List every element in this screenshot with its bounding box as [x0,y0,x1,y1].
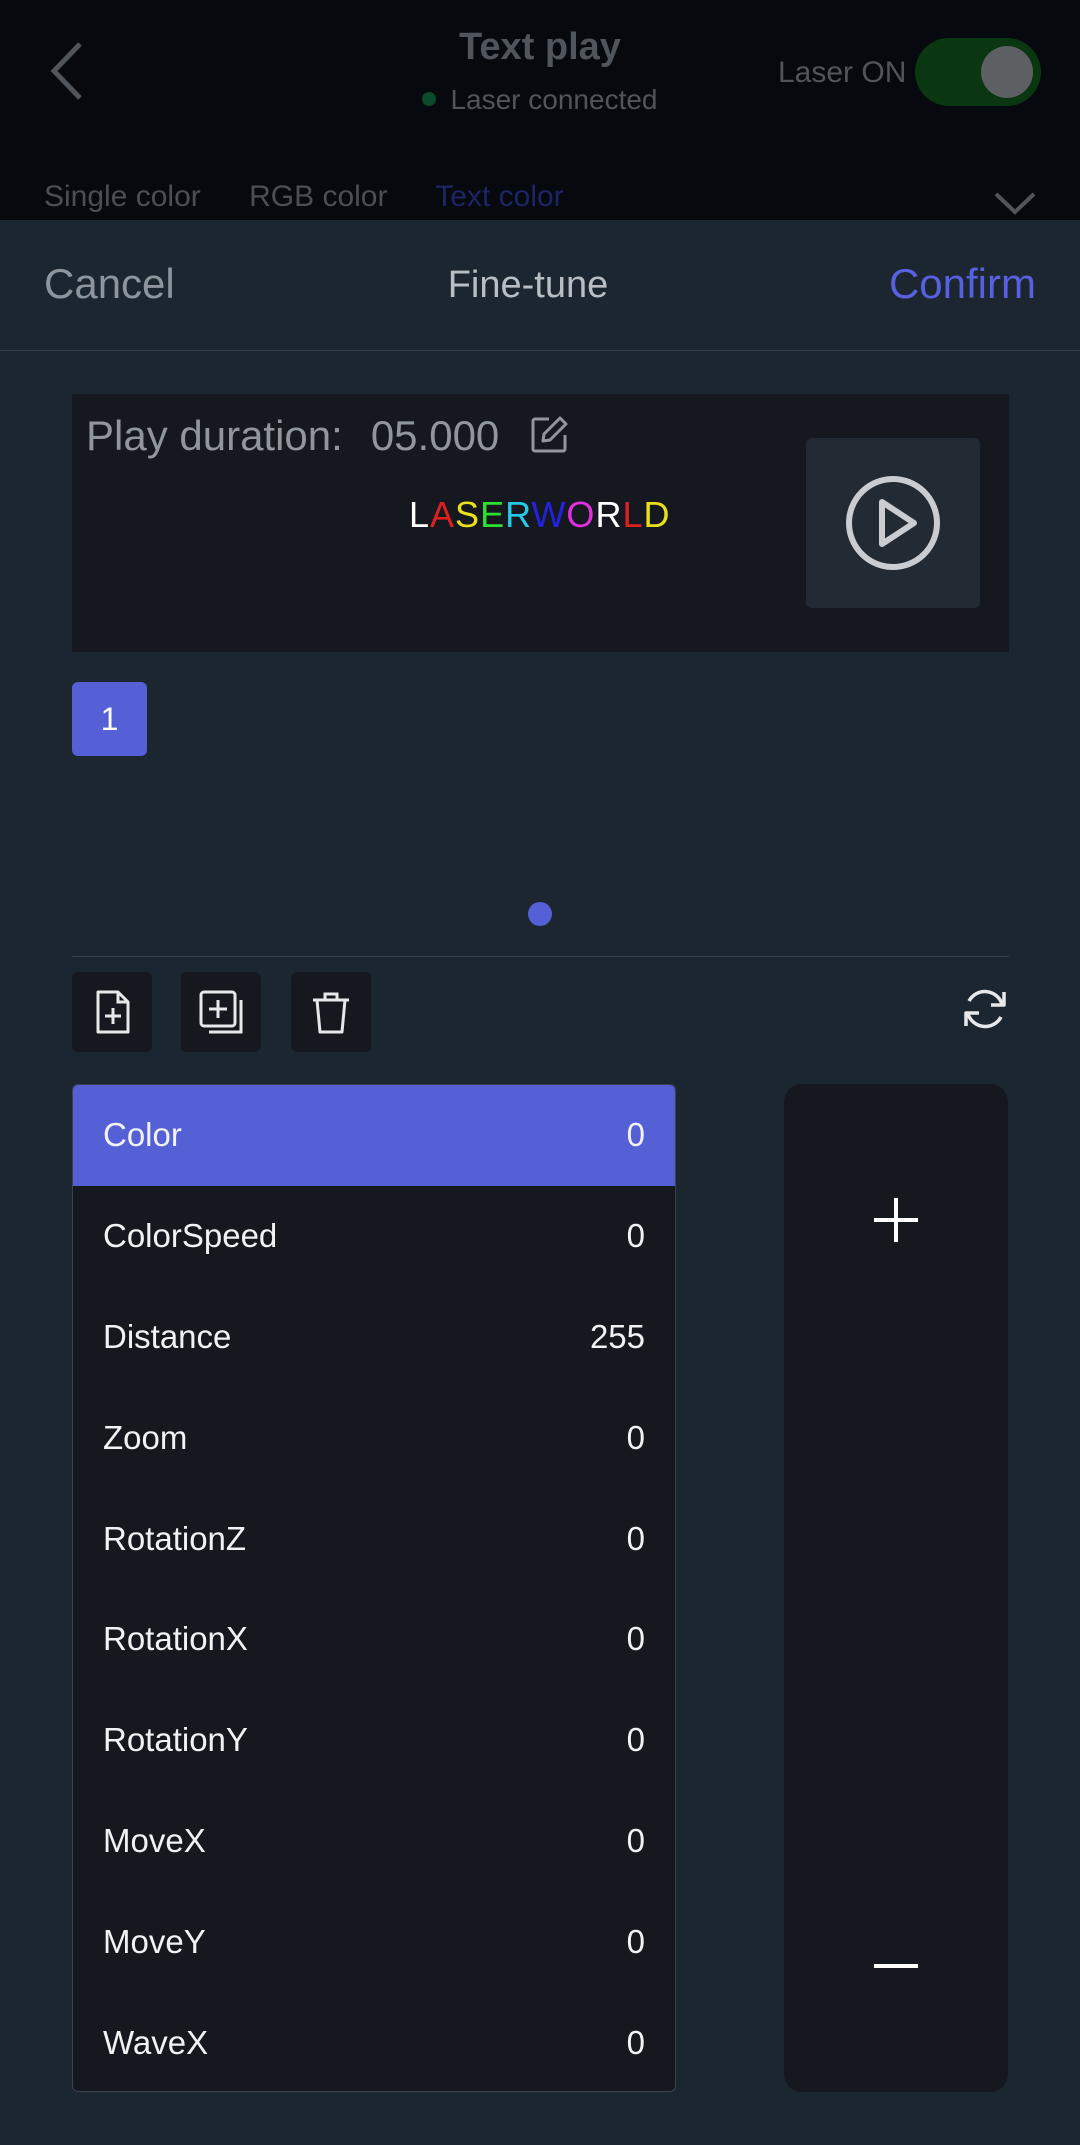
preview-letter: W [531,494,567,535]
refresh-icon[interactable] [960,984,1010,1034]
parameter-list: Color 0 ColorSpeed 0 Distance 255 Zoom 0 Rotatio… [72,1084,676,2092]
preview-panel: Play duration: 05.000 LASERWORLD [72,394,1009,652]
param-name: RotationX [103,1620,248,1658]
edit-icon[interactable] [529,415,569,455]
param-name: RotationZ [103,1519,247,1557]
sheet-header: Cancel Fine-tune Confirm [0,220,1080,351]
preview-letter: A [430,494,456,535]
confirm-button[interactable]: Confirm [889,260,1036,308]
param-value: 255 [589,1317,645,1355]
param-value: 0 [626,1116,645,1154]
laser-toggle[interactable] [915,38,1041,106]
param-value: 0 [626,1418,645,1456]
param-row-distance[interactable]: Distance 255 [73,1287,675,1388]
fine-tune-sheet: Cancel Fine-tune Confirm Play duration: 0… [0,220,1080,2145]
preview-letter: R [505,494,532,535]
preview-text: LASERWORLD [409,494,670,536]
param-row-rotationy[interactable]: RotationY 0 [73,1690,675,1791]
preview-letter: R [595,494,623,535]
minus-icon[interactable] [866,1936,926,1996]
param-row-wavex[interactable]: WaveX 0 [73,1992,675,2091]
laser-on-label: Laser ON [778,56,907,89]
status-dot-icon [422,91,437,106]
preview-letter: L [409,494,431,535]
param-value: 0 [626,1821,645,1859]
preview-letter: D [643,494,671,535]
color-mode-tabs: Single color RGB color Text color [44,180,604,214]
param-row-rotationz[interactable]: RotationZ 0 [73,1488,675,1589]
delete-page-button[interactable] [291,972,371,1052]
connection-status: Laser connected [0,84,1080,116]
play-duration: Play duration: 05.000 [86,412,569,460]
param-row-zoom[interactable]: Zoom 0 [73,1387,675,1488]
copy-add-icon [199,990,243,1034]
trash-icon [313,992,349,1034]
divider [72,956,1009,957]
preview-letter: S [455,494,481,535]
param-name: Distance [103,1317,232,1355]
add-page-button[interactable] [72,972,152,1052]
toggle-knob [981,46,1033,98]
param-row-colorspeed[interactable]: ColorSpeed 0 [73,1186,675,1287]
param-name: WaveX [103,2023,209,2061]
play-icon [846,476,940,570]
plus-icon[interactable] [866,1190,926,1250]
play-button[interactable] [806,438,980,608]
param-row-movey[interactable]: MoveY 0 [73,1891,675,1992]
tab-text-color[interactable]: Text color [435,180,563,213]
page-tab-1[interactable]: 1 [72,682,147,756]
param-value: 0 [626,1620,645,1658]
value-stepper [784,1084,1008,2092]
param-row-rotationx[interactable]: RotationX 0 [73,1589,675,1690]
chevron-down-icon[interactable] [992,188,1038,218]
tab-single-color[interactable]: Single color [44,180,201,213]
preview-letter: L [622,494,644,535]
play-duration-value: 05.000 [370,412,500,459]
file-add-icon [96,990,130,1034]
param-name: MoveX [103,1821,206,1859]
param-value: 0 [626,2023,645,2061]
param-row-movex[interactable]: MoveX 0 [73,1791,675,1892]
tab-rgb-color[interactable]: RGB color [249,180,387,213]
background-app-header: Text play Laser connected Laser ON Singl… [0,0,1080,220]
param-name: MoveY [103,1922,206,1960]
param-value: 0 [626,1922,645,1960]
param-value: 0 [626,1217,645,1255]
duplicate-page-button[interactable] [181,972,261,1052]
param-name: ColorSpeed [103,1217,278,1255]
param-name: Zoom [103,1418,188,1456]
param-name: Color [103,1116,182,1154]
preview-letter: E [480,494,506,535]
param-value: 0 [626,1519,645,1557]
param-value: 0 [626,1721,645,1759]
pager-dot [528,902,552,926]
connection-status-text: Laser connected [450,84,658,115]
play-duration-label: Play duration: [86,412,343,459]
param-row-color[interactable]: Color 0 [73,1085,675,1186]
preview-letter: O [566,494,596,535]
param-name: RotationY [103,1721,248,1759]
